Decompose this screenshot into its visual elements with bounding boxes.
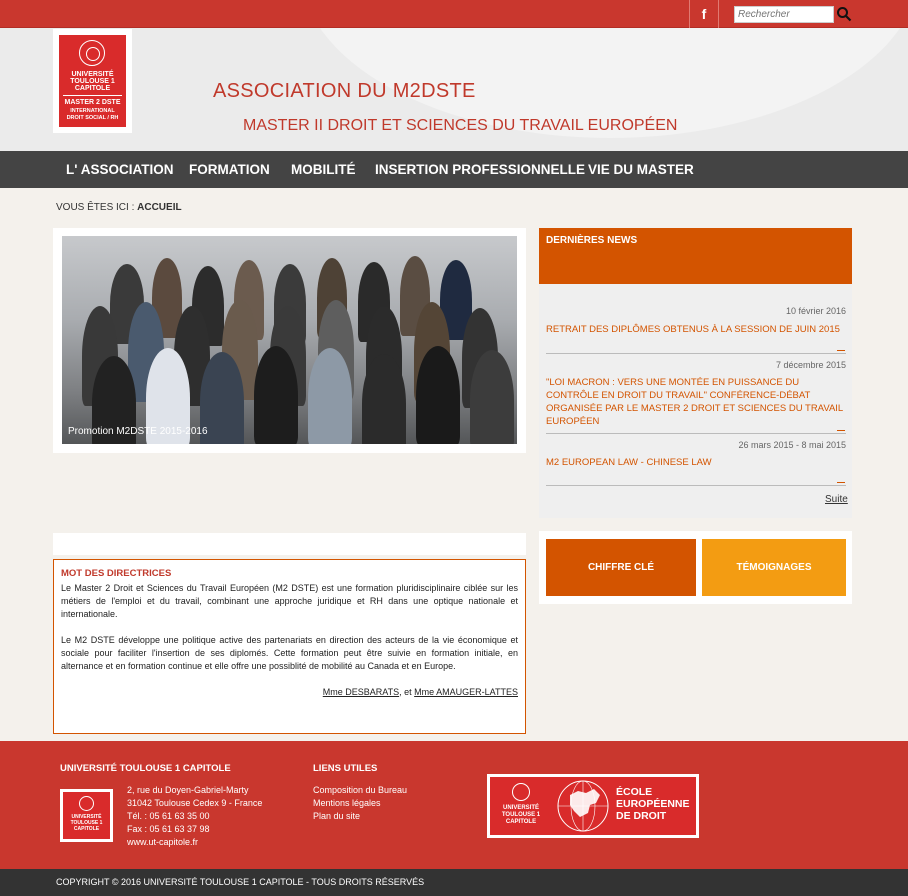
news-date: 26 mars 2015 - 8 mai 2015 [738, 440, 846, 450]
ecole-europeenne-logo[interactable]: UNIVERSITÉ TOULOUSE 1 CAPITOLE ÉCOLE EUR… [487, 774, 699, 838]
logo-line: UNIVERSITÉ [502, 805, 539, 811]
breadcrumb-current[interactable]: ACCUEIL [137, 202, 181, 213]
content-spacer [53, 533, 526, 555]
news-title[interactable]: M2 EUROPEAN LAW - CHINESE LAW [546, 456, 712, 469]
signature-link[interactable]: Mme DESBARATS [323, 687, 399, 697]
logo-divider [63, 95, 122, 96]
search-input[interactable] [734, 6, 834, 23]
footer-link-bureau[interactable]: Composition du Bureau [313, 784, 407, 797]
site-subtitle: MASTER II DROIT ET SCIENCES DU TRAVAIL E… [243, 117, 678, 134]
site-footer: UNIVERSITÉ TOULOUSE 1 CAPITOLE UNIVERSIT… [0, 741, 908, 869]
nav-item-insertion[interactable]: INSERTION PROFESSIONNELLE [375, 151, 585, 188]
logo-line: TOULOUSE 1 [70, 78, 115, 85]
ecole-text: ÉCOLE EUROPÉENNE DE DROIT [616, 786, 690, 822]
copyright-bar: COPYRIGHT © 2016 UNIVERSITÉ TOULOUSE 1 C… [0, 869, 908, 896]
nav-item-mobilite[interactable]: MOBILITÉ [291, 151, 356, 188]
ecole-line: EUROPÉENNE [616, 798, 690, 810]
footer-links-title: LIENS UTILES [313, 763, 378, 774]
slider-caption: Promotion M2DSTE 2015-2016 [68, 426, 208, 437]
main-nav: L' ASSOCIATION FORMATION MOBILITÉ INSERT… [0, 151, 908, 188]
news-item[interactable]: 10 février 2016 RETRAIT DES DIPLÔMES OBT… [546, 306, 846, 354]
facebook-icon[interactable]: f [689, 0, 719, 28]
signature-separator: , et [399, 687, 415, 697]
footer-link-mentions[interactable]: Mentions légales [313, 797, 381, 810]
arrow-icon[interactable] [837, 481, 845, 483]
seal-icon [79, 40, 105, 66]
top-bar: f [0, 0, 908, 28]
temoignages-button[interactable]: TÉMOIGNAGES [702, 539, 846, 596]
breadcrumb-prefix: VOUS ÊTES ICI : [56, 202, 135, 213]
news-more-link[interactable]: Suite [825, 494, 848, 505]
key-boxes: CHIFFRE CLÉ TÉMOIGNAGES [539, 531, 852, 604]
seal-icon [512, 783, 530, 801]
logo-line: CAPITOLE [74, 85, 111, 92]
nav-item-vie-du-master[interactable]: VIE DU MASTER [588, 151, 694, 188]
logo-line: DROIT SOCIAL / RH [66, 115, 119, 121]
news-heading: DERNIÈRES NEWS [539, 228, 852, 284]
nav-item-association[interactable]: L' ASSOCIATION [66, 151, 173, 188]
logo-line: CAPITOLE [505, 819, 537, 825]
footer-address-line: 2, rue du Doyen-Gabriel-Marty [127, 785, 249, 795]
news-item[interactable]: 26 mars 2015 - 8 mai 2015 M2 EUROPEAN LA… [546, 440, 846, 486]
mot-signature: Mme DESBARATS, et Mme AMAUGER-LATTES [323, 687, 518, 697]
seal-icon [79, 796, 94, 811]
logo-line: UNIVERSITÉ [71, 71, 114, 78]
signature-link[interactable]: Mme AMAUGER-LATTES [414, 687, 518, 697]
footer-university-title: UNIVERSITÉ TOULOUSE 1 CAPITOLE [60, 763, 231, 774]
chiffre-cle-button[interactable]: CHIFFRE CLÉ [546, 539, 696, 596]
footer-link-plan[interactable]: Plan du site [313, 810, 360, 823]
site-header: ASSOCIATION DU M2DSTE MASTER II DROIT ET… [0, 28, 908, 151]
ecole-line: DE DROIT [616, 810, 667, 822]
news-item[interactable]: 7 décembre 2015 "LOI MACRON : VERS UNE M… [546, 360, 846, 434]
logo-line: INTERNATIONAL [70, 108, 115, 114]
mot-paragraph: Le M2 DSTE développe une politique activ… [61, 635, 518, 671]
logo-line: CAPITOLE [73, 826, 100, 832]
mot-title: MOT DES DIRECTRICES [61, 568, 172, 579]
footer-phone: Tél. : 05 61 63 35 00 [127, 811, 210, 821]
logo-line: TOULOUSE 1 [501, 812, 541, 818]
logo-line: MASTER 2 DSTE [64, 99, 121, 106]
site-title: ASSOCIATION DU M2DSTE [213, 80, 476, 102]
group-photo [62, 236, 517, 444]
nav-item-formation[interactable]: FORMATION [189, 151, 270, 188]
ecole-line: ÉCOLE [616, 786, 653, 798]
arrow-icon[interactable] [837, 429, 845, 431]
footer-fax: Fax : 05 61 63 37 98 [127, 824, 210, 834]
news-list: 10 février 2016 RETRAIT DES DIPLÔMES OBT… [539, 284, 852, 518]
news-title[interactable]: RETRAIT DES DIPLÔMES OBTENUS À LA SESSIO… [546, 323, 840, 336]
footer-website-link[interactable]: www.ut-capitole.fr [127, 836, 198, 849]
footer-university-logo[interactable]: UNIVERSITÉ TOULOUSE 1 CAPITOLE [60, 789, 113, 842]
footer-address-line: 31042 Toulouse Cedex 9 - France [127, 798, 263, 808]
photo-slider[interactable]: Promotion M2DSTE 2015-2016 [53, 228, 526, 453]
university-logo[interactable]: UNIVERSITÉ TOULOUSE 1 CAPITOLE MASTER 2 … [53, 29, 132, 133]
news-title[interactable]: "LOI MACRON : VERS UNE MONTÉE EN PUISSAN… [546, 376, 846, 428]
news-date: 10 février 2016 [785, 306, 846, 316]
mot-paragraph: Le Master 2 Droit et Sciences du Travail… [61, 583, 518, 619]
europe-map-icon [557, 780, 609, 832]
search-icon[interactable] [836, 6, 852, 22]
breadcrumb: VOUS ÊTES ICI : ACCUEIL [56, 202, 182, 213]
news-date: 7 décembre 2015 [775, 360, 846, 370]
arrow-icon[interactable] [837, 349, 845, 351]
mot-des-directrices: MOT DES DIRECTRICES Le Master 2 Droit et… [53, 559, 526, 734]
